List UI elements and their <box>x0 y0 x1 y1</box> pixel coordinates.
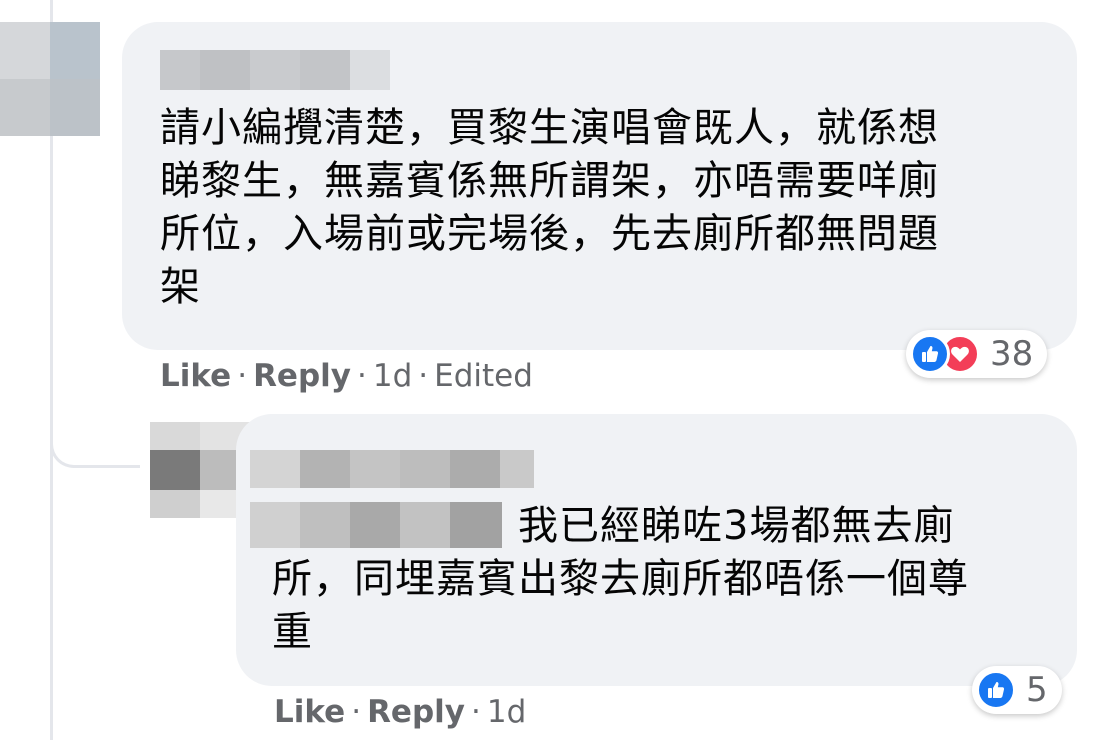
comment-line: 所，同埋嘉賓出黎去廁所都唔係一個尊 <box>272 556 969 602</box>
like-button[interactable]: Like <box>274 694 345 730</box>
reply-actions: Like · Reply · 1d <box>274 694 526 730</box>
timestamp[interactable]: 1d <box>487 694 526 730</box>
reply-body: 我已經睇咗3場都無去廁 所，同埋嘉賓出黎去廁所都唔係一個尊 重 <box>272 500 969 659</box>
thread-connector-curve <box>50 420 140 468</box>
edited-label[interactable]: Edited <box>434 358 533 394</box>
comment-bubble: 請小編攪清楚，買黎生演唱會既人，就係想 睇黎生，無嘉賓係無所謂架，亦唔需要咩廁 … <box>122 22 1077 350</box>
separator-dot: · <box>418 358 429 394</box>
comment-line: 睇黎生，無嘉賓係無所謂架，亦唔需要咩廁 <box>160 158 939 204</box>
separator-dot: · <box>237 358 248 394</box>
separator-dot: · <box>470 694 481 730</box>
comment-line: 重 <box>272 609 313 655</box>
comment-line: 所位，入場前或完場後，先去廁所都無問題 <box>160 211 939 257</box>
comment-line: 架 <box>160 264 201 310</box>
timestamp[interactable]: 1d <box>373 358 412 394</box>
commenter-name[interactable] <box>160 50 390 90</box>
reply-button[interactable]: Reply <box>367 694 465 730</box>
reply-commenter-name[interactable] <box>250 450 534 488</box>
comment-line: 請小編攪清楚，買黎生演唱會既人，就係想 <box>160 105 939 151</box>
reply-reactions-summary[interactable]: 5 <box>972 666 1062 714</box>
reply-bubble: 我已經睇咗3場都無去廁 所，同埋嘉賓出黎去廁所都唔係一個尊 重 <box>236 414 1077 686</box>
comment-actions: Like · Reply · 1d · Edited <box>160 358 533 394</box>
separator-dot: · <box>351 694 362 730</box>
separator-dot: · <box>356 358 367 394</box>
reaction-count: 38 <box>990 334 1034 374</box>
like-icon <box>910 334 950 374</box>
like-button[interactable]: Like <box>160 358 231 394</box>
avatar[interactable] <box>0 22 100 136</box>
reactions-summary[interactable]: 38 <box>906 330 1048 378</box>
comment-body: 請小編攪清楚，買黎生演唱會既人，就係想 睇黎生，無嘉賓係無所謂架，亦唔需要咩廁 … <box>160 102 939 314</box>
reaction-count: 5 <box>1026 670 1048 710</box>
comment-line: 我已經睇咗3場都無去廁 <box>518 503 955 549</box>
reply-avatar[interactable] <box>150 422 250 518</box>
like-icon <box>976 670 1016 710</box>
reply-button[interactable]: Reply <box>253 358 351 394</box>
